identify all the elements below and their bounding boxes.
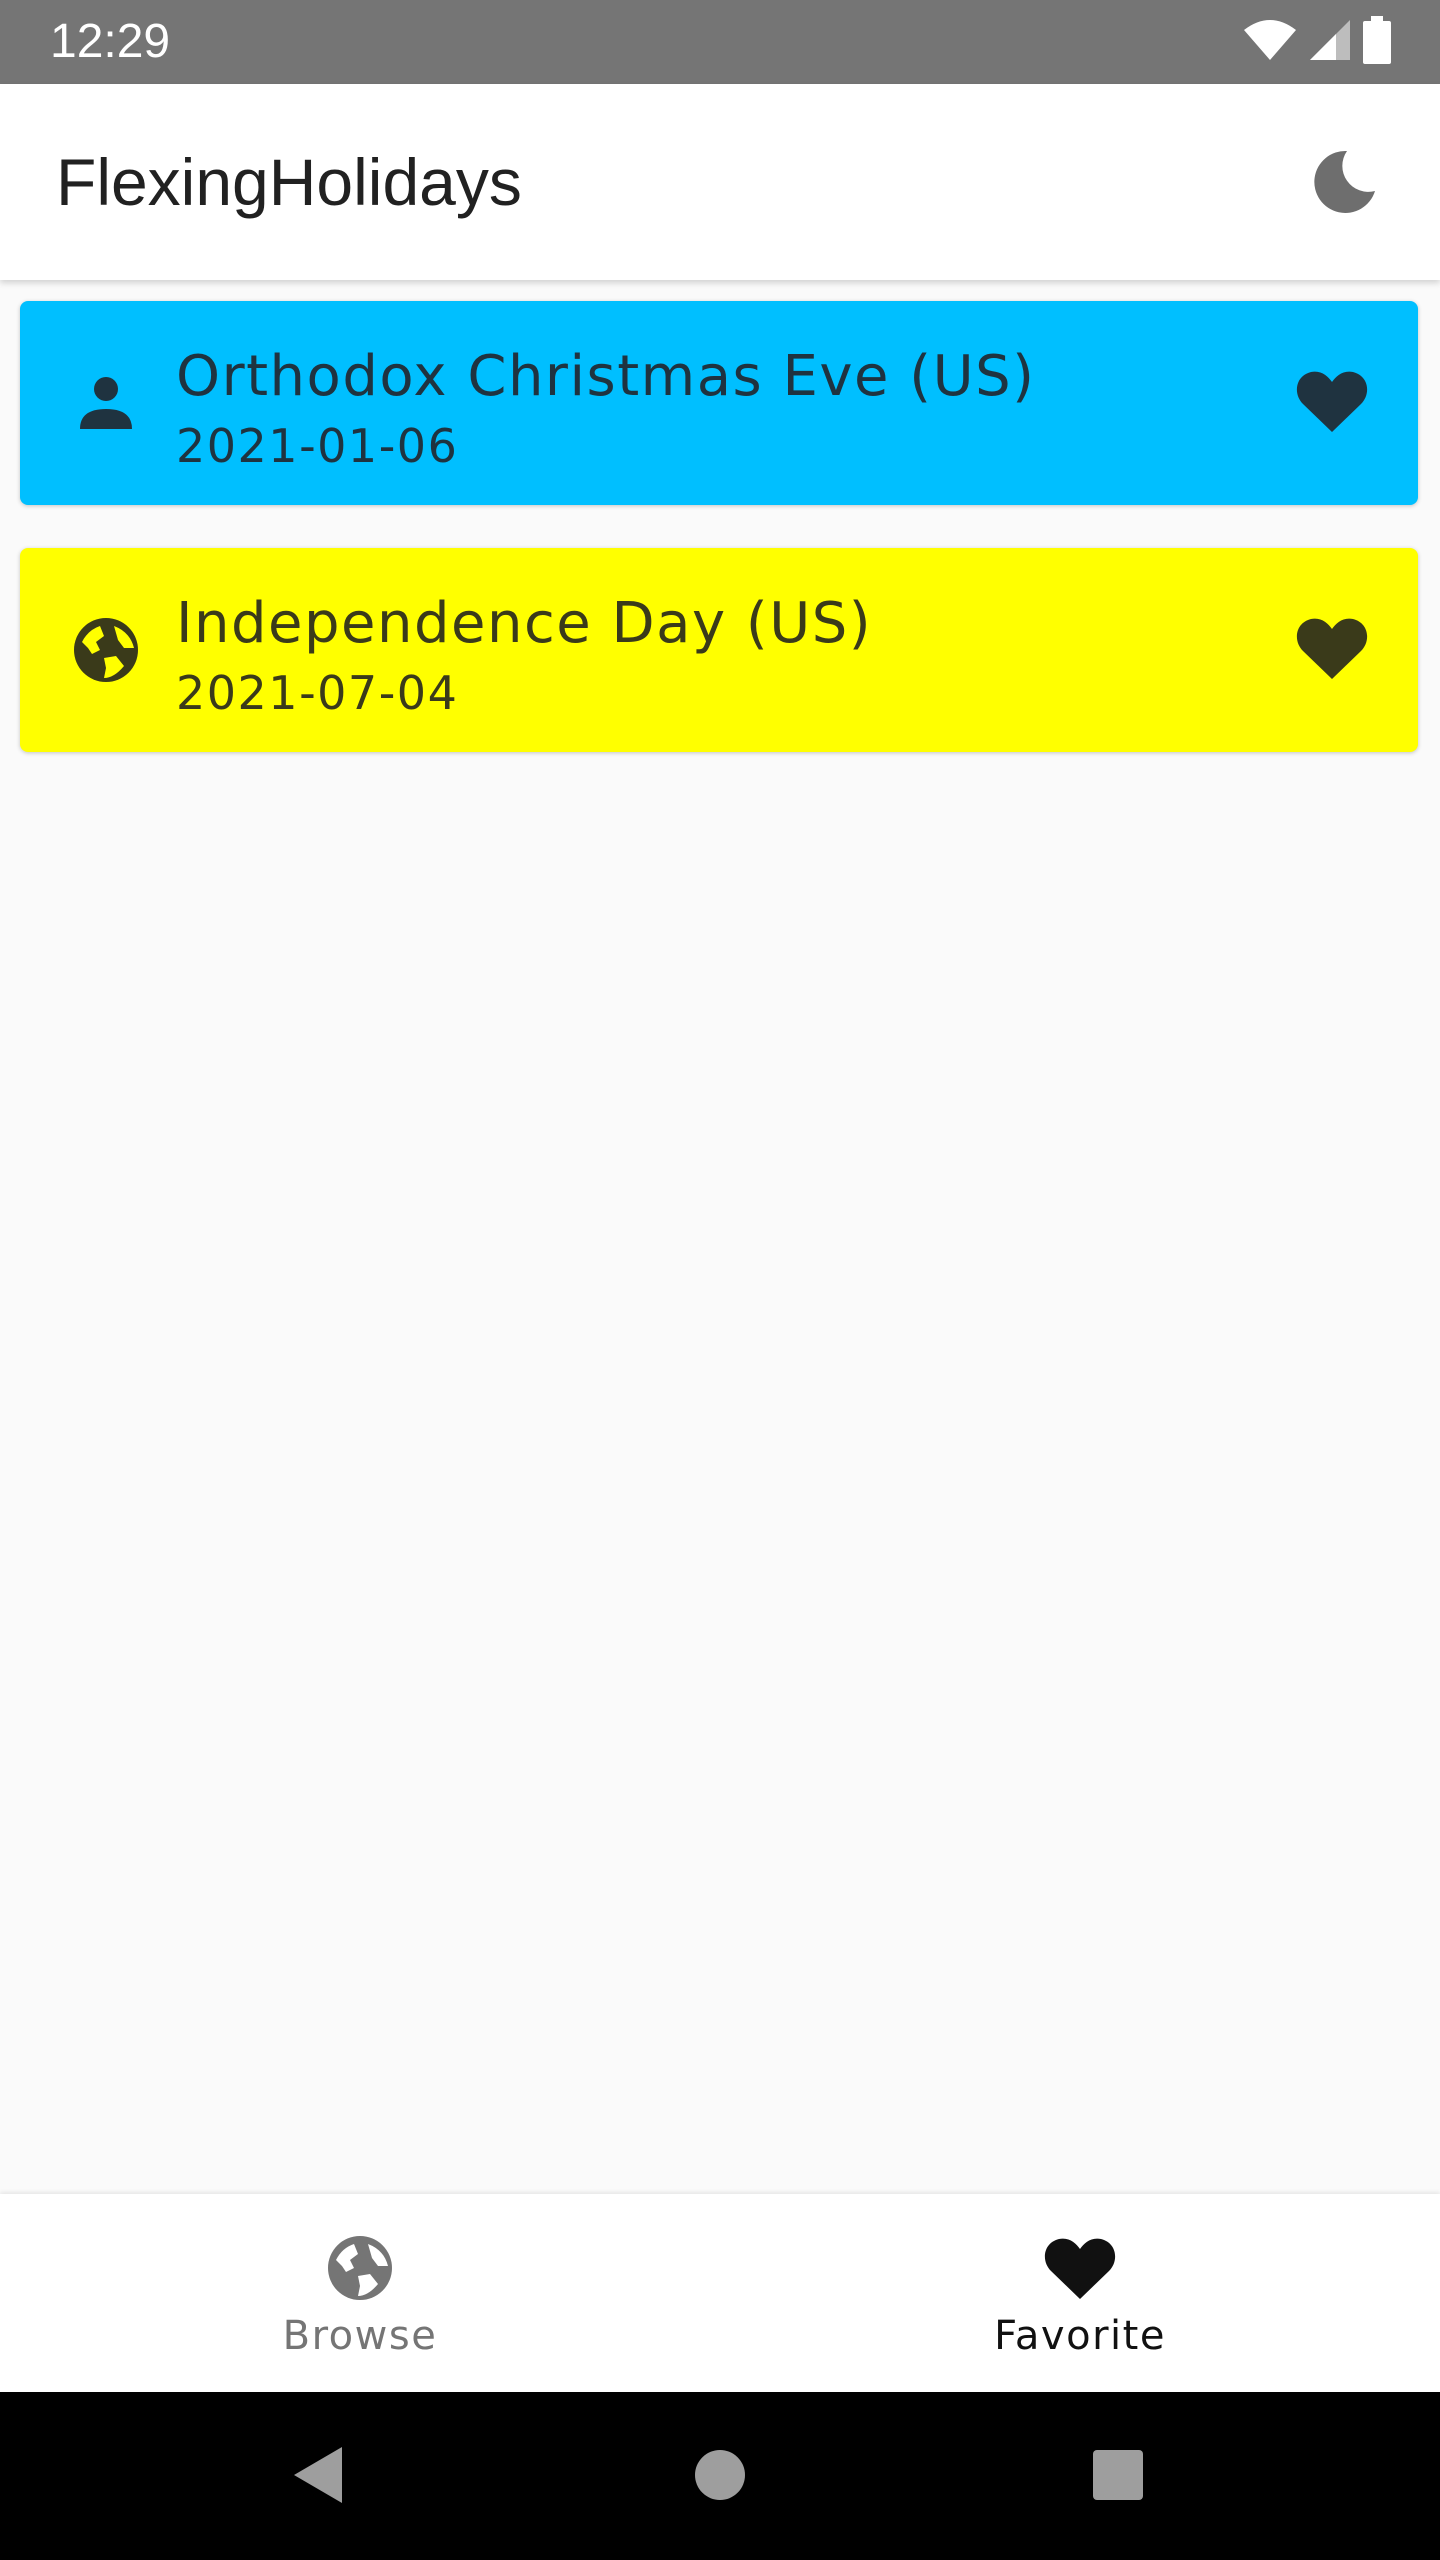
person-icon [66, 363, 146, 443]
battery-icon [1362, 15, 1392, 69]
recents-button[interactable] [1083, 2442, 1153, 2512]
wifi-icon [1242, 18, 1298, 67]
bottom-navigation: Browse Favorite [0, 2194, 1440, 2392]
system-navigation-bar [0, 2392, 1440, 2560]
heart-icon [1040, 2228, 1120, 2308]
home-button[interactable] [685, 2442, 755, 2512]
favorite-button[interactable] [1288, 359, 1376, 447]
status-time: 12:29 [50, 15, 171, 68]
dark-mode-toggle-button[interactable] [1304, 144, 1384, 224]
nav-item-browse[interactable]: Browse [0, 2194, 720, 2392]
holiday-date: 2021-07-04 [176, 666, 459, 720]
holiday-date: 2021-01-06 [176, 419, 459, 473]
nav-label-favorite: Favorite [994, 2313, 1166, 2359]
status-icons [1242, 15, 1392, 69]
heart-icon [1295, 368, 1369, 439]
moon-icon [1309, 147, 1379, 222]
holiday-card[interactable]: Orthodox Christmas Eve (US) 2021-01-06 [20, 301, 1418, 505]
favorite-button[interactable] [1288, 606, 1376, 694]
holiday-card[interactable]: Independence Day (US) 2021-07-04 [20, 548, 1418, 752]
nav-label-browse: Browse [282, 2313, 438, 2359]
holiday-name: Orthodox Christmas Eve (US) [176, 344, 1036, 409]
back-button[interactable] [283, 2442, 353, 2512]
home-icon [693, 2448, 747, 2507]
app-title: FlexingHolidays [56, 145, 522, 219]
status-bar: 12:29 [0, 0, 1440, 84]
nav-item-favorite[interactable]: Favorite [720, 2194, 1440, 2392]
heart-icon [1295, 615, 1369, 686]
back-icon [290, 2445, 346, 2510]
holiday-name: Independence Day (US) [176, 591, 873, 656]
recents-icon [1091, 2448, 1145, 2507]
cell-signal-icon [1308, 18, 1352, 67]
globe-icon [66, 610, 146, 690]
globe-icon [320, 2228, 400, 2308]
app-bar: FlexingHolidays [0, 84, 1440, 280]
